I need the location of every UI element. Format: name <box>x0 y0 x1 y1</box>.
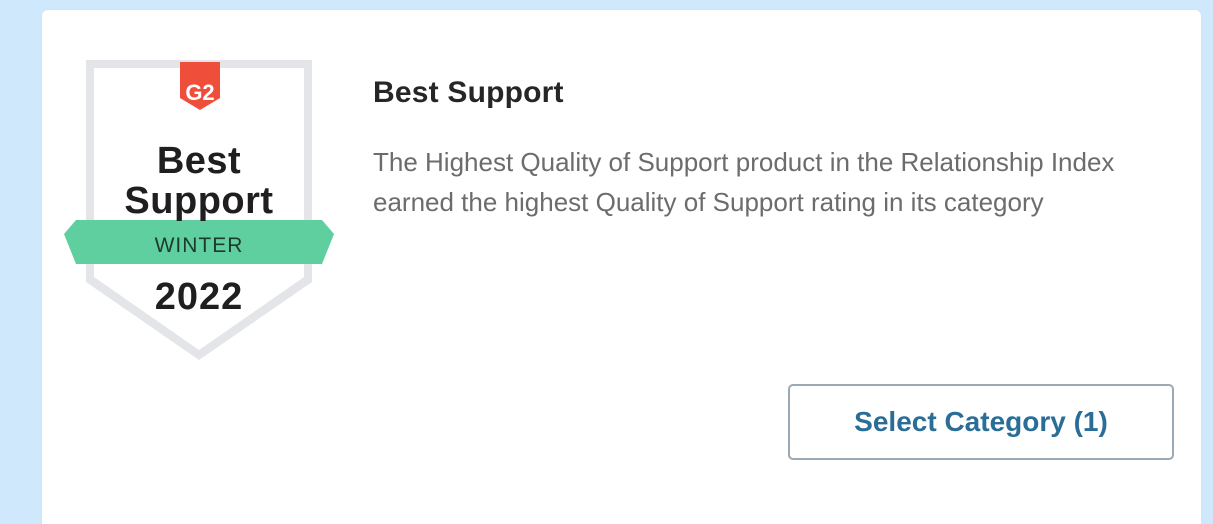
award-description: The Highest Quality of Support product i… <box>373 147 1115 217</box>
g2-logo-icon: G2 <box>185 80 215 105</box>
badge-season-ribbon: WINTER <box>154 234 244 257</box>
badge-title-line1: Best <box>156 140 242 182</box>
badge-year: 2022 <box>154 276 244 318</box>
g2-award-badge: G2 Best Support WINTER 2022 <box>64 56 334 366</box>
select-category-button[interactable]: Select Category (1) <box>788 384 1174 460</box>
badge-title-line2: Support <box>124 180 274 222</box>
award-card: G2 Best Support WINTER 2022 Best Support… <box>42 10 1201 524</box>
award-title: Best Support <box>373 76 564 109</box>
